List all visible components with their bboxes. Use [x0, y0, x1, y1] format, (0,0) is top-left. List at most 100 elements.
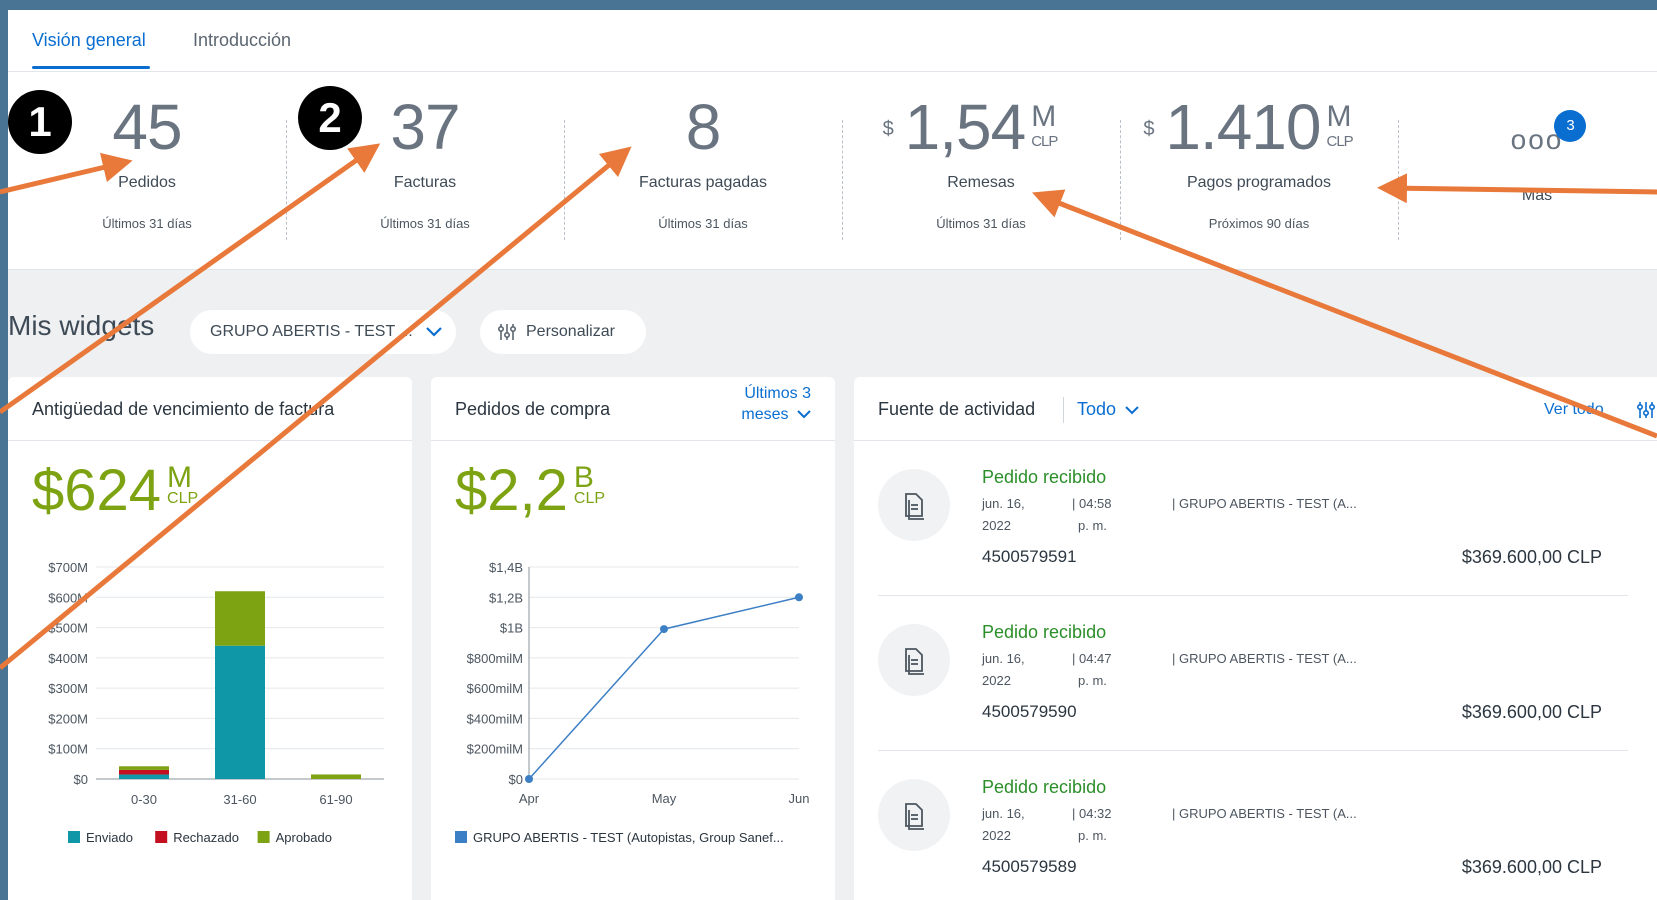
- unit-label: M: [167, 461, 193, 494]
- purchase-orders-total: $2,2 B CLP: [455, 457, 605, 524]
- purchase-orders-line-chart: $0 $200milM $400milM $600milM $800milM $1B $1,…: [455, 560, 810, 845]
- kpi-invoices-period: Últimos 31 días: [380, 216, 470, 231]
- y-tick-label: $1,4B: [489, 560, 523, 575]
- activity-date: jun. 16, 2022: [982, 803, 1025, 847]
- activity-status[interactable]: Pedido recibido: [982, 622, 1106, 643]
- x-tick-label: 31-60: [223, 792, 256, 807]
- card-header: Fuente de actividad Todo Ver todo: [854, 377, 1657, 441]
- card-header: Antigüedad de vencimiento de factura: [8, 377, 412, 441]
- legend-swatch: [257, 831, 270, 843]
- kpi-paid-invoices-period: Últimos 31 días: [658, 216, 748, 231]
- order-number: 4500579589: [982, 857, 1077, 876]
- settings-sliders-icon[interactable]: [1637, 401, 1655, 419]
- order-number: 4500579590: [982, 702, 1077, 721]
- y-tick-label: $700M: [48, 560, 88, 575]
- kpi-invoices-label: Facturas: [393, 174, 457, 191]
- remittances-amount: 1,54: [904, 91, 1027, 163]
- card-header: Pedidos de compra Últimos 3 meses: [431, 377, 835, 441]
- y-tick-label: $100M: [48, 742, 88, 757]
- invoice-aging-bar-chart: $0 $100M $200M $300M $400M $500M $600M $700M 0-3…: [48, 560, 384, 845]
- unit-label: M: [1031, 100, 1056, 133]
- kpi-remittances[interactable]: $1,54 M CLP Remesas Últimos 31 días: [842, 90, 1120, 250]
- tab-bar: Visión general Introducción: [8, 10, 1657, 72]
- kpi-scheduled-payments-value: $1.410 M CLP: [1120, 90, 1398, 164]
- chevron-down-icon: [1125, 406, 1139, 415]
- activity-item[interactable]: Pedido recibido jun. 16, 2022 | 04:32 p. m…: [854, 751, 1630, 900]
- customize-button[interactable]: Personalizar: [480, 310, 646, 354]
- activity-item[interactable]: Pedido recibido jun. 16, 2022 | 04:58 p. m…: [854, 441, 1630, 597]
- y-tick-label: $0: [509, 772, 523, 787]
- invoice-aging-card: Antigüedad de vencimiento de factura $62…: [8, 377, 412, 900]
- kpi-remittances-value: $1,54 M CLP: [842, 90, 1120, 164]
- kpi-remittances-label: Remesas: [947, 174, 1015, 191]
- header-divider: [1063, 397, 1064, 423]
- activity-filter-dropdown[interactable]: Todo: [1077, 399, 1139, 420]
- invoice-aging-total: $624 M CLP: [32, 457, 198, 524]
- date-day: jun. 16,: [982, 496, 1025, 511]
- kpi-scheduled-payments[interactable]: $1.410 M CLP Pagos programados Próximos 90…: [1120, 90, 1398, 250]
- kpi-paid-invoices-label: Facturas pagadas: [638, 174, 768, 191]
- y-tick-label: $800milM: [467, 651, 523, 666]
- data-point: [525, 775, 533, 783]
- widgets-title: Mis widgets: [8, 310, 155, 341]
- chevron-down-icon: [797, 410, 811, 419]
- activity-org: | GRUPO ABERTIS - TEST (A...: [1172, 496, 1357, 511]
- x-tick-label: 0-30: [131, 792, 157, 807]
- time-period: p. m.: [1078, 518, 1107, 533]
- callout-marker-1: 1: [8, 90, 72, 154]
- document-copy-icon: [878, 469, 950, 541]
- date-year: 2022: [982, 518, 1011, 533]
- unit-label: B: [573, 461, 594, 494]
- x-tick-label: 61-90: [319, 792, 352, 807]
- time-value: | 04:32: [1072, 806, 1112, 821]
- bar-aprobado: [311, 774, 361, 779]
- legend-label: Enviado: [86, 830, 133, 845]
- legend-label: Rechazado: [173, 830, 239, 845]
- y-tick-label: $200milM: [467, 742, 523, 757]
- kpi-remittances-period: Últimos 31 días: [936, 216, 1026, 231]
- activity-date: jun. 16, 2022: [982, 493, 1025, 537]
- tab-introduction[interactable]: Introducción: [193, 30, 291, 51]
- activity-status[interactable]: Pedido recibido: [982, 777, 1106, 798]
- currency-code: CLP: [1326, 133, 1353, 150]
- customize-label: Personalizar: [526, 323, 615, 340]
- activity-feed-title: Fuente de actividad: [878, 399, 1036, 419]
- x-tick-label: Apr: [519, 791, 540, 806]
- company-filter-label: GRUPO ABERTIS - TEST ...: [210, 323, 413, 340]
- currency-code: CLP: [1031, 133, 1058, 150]
- bar-aprobado: [119, 766, 169, 770]
- chevron-down-icon: [426, 327, 442, 337]
- data-point: [795, 593, 803, 602]
- currency-code: CLP: [167, 490, 199, 507]
- legend-label: GRUPO ABERTIS - TEST (Autopistas, Group …: [473, 830, 784, 845]
- y-tick-label: $400milM: [467, 711, 523, 726]
- kpi-paid-invoices[interactable]: 8 Facturas pagadas Últimos 31 días: [564, 90, 842, 250]
- see-all-link[interactable]: Ver todo: [1544, 401, 1604, 419]
- order-amount: $369.600,00 CLP: [1461, 857, 1602, 877]
- app-frame: Visión general Introducción 45 Pedidos Ú…: [8, 10, 1657, 900]
- legend-swatch: [155, 831, 168, 843]
- kpi-more[interactable]: ooo 3 Más: [1398, 90, 1657, 250]
- time-value: | 04:58: [1072, 496, 1112, 511]
- company-filter-dropdown[interactable]: GRUPO ABERTIS - TEST ...: [190, 310, 456, 354]
- currency-symbol: $: [1143, 118, 1154, 140]
- y-tick-label: $1,2B: [489, 590, 523, 605]
- activity-time: | 04:58 p. m.: [1072, 493, 1112, 537]
- purchase-orders-card: Pedidos de compra Últimos 3 meses $2,2 B C…: [431, 377, 835, 900]
- bar-aprobado: [215, 591, 265, 646]
- kpi-more-label: Más: [1521, 187, 1553, 204]
- y-tick-label: $600milM: [467, 681, 523, 696]
- scheduled-payments-amount: 1.410: [1165, 91, 1321, 163]
- time-period: p. m.: [1078, 673, 1107, 688]
- activity-time: | 04:47 p. m.: [1072, 648, 1112, 692]
- date-year: 2022: [982, 828, 1011, 843]
- currency-symbol: $: [882, 118, 894, 140]
- activity-status[interactable]: Pedido recibido: [982, 467, 1106, 488]
- date-day: jun. 16,: [982, 806, 1025, 821]
- y-tick-label: $200M: [48, 711, 88, 726]
- document-copy-icon: [878, 624, 950, 696]
- date-range-dropdown[interactable]: Últimos 3 meses: [741, 383, 811, 425]
- x-tick-label: Jun: [789, 791, 810, 806]
- activity-item[interactable]: Pedido recibido jun. 16, 2022 | 04:47 p. m…: [854, 596, 1630, 752]
- tab-overview[interactable]: Visión general: [32, 30, 146, 51]
